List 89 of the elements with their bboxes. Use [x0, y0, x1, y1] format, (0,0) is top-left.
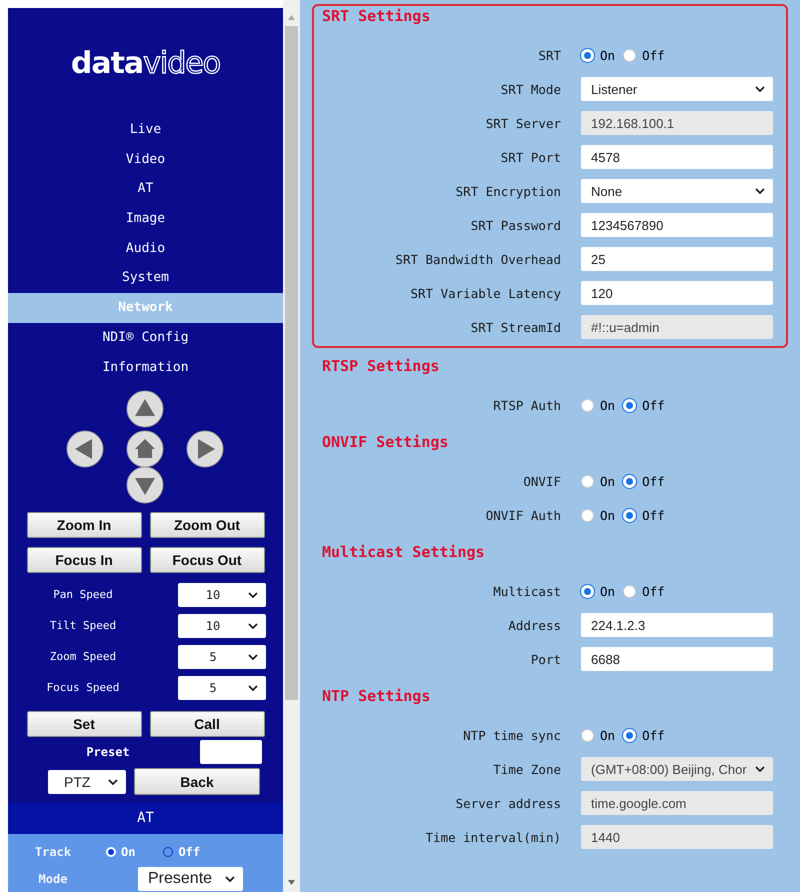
chevron-down-icon — [225, 876, 235, 882]
radio-label: Off — [642, 398, 665, 412]
nav-item[interactable]: NDI® Config — [8, 322, 283, 352]
field-label: ONVIF — [522, 474, 561, 488]
nav-item[interactable]: Image — [8, 204, 283, 234]
section-title: SRT Settings — [322, 6, 432, 26]
scrollbar[interactable] — [283, 0, 300, 892]
input-field[interactable]: 224.1.2.3 — [581, 613, 773, 637]
nav-item[interactable]: AT — [8, 174, 283, 204]
home-icon[interactable] — [126, 430, 164, 468]
input-field[interactable]: 1234567890 — [581, 213, 773, 237]
nav-item[interactable]: Information — [8, 352, 283, 382]
mode-label: Mode — [38, 872, 68, 886]
field-label: Time interval(min) — [424, 830, 561, 844]
radio-label: On — [600, 584, 616, 598]
track-label: Track — [34, 844, 72, 858]
radio-button[interactable] — [163, 846, 174, 856]
speed-label: Tilt Speed — [48, 619, 118, 632]
dropdown[interactable]: None — [581, 179, 773, 203]
chevron-down-icon — [248, 684, 258, 691]
nav-item[interactable]: Audio — [8, 234, 283, 264]
speed-label: Focus Speed — [46, 681, 120, 694]
speed-label: Pan Speed — [52, 588, 114, 602]
speed-select[interactable]: 5 — [178, 676, 266, 700]
radio-label: Off — [642, 48, 665, 62]
lens-button[interactable]: Zoom Out — [150, 512, 264, 538]
speed-select[interactable]: 10 — [178, 582, 266, 607]
lens-button[interactable]: Focus Out — [150, 547, 264, 574]
field-label: SRT Port — [500, 150, 561, 164]
radio-label: On — [600, 508, 616, 522]
chevron-down-icon — [248, 622, 258, 629]
radio-label: On — [600, 474, 616, 488]
speed-label: Zoom Speed — [48, 650, 118, 664]
speed-select[interactable]: 5 — [178, 644, 266, 669]
field-label: Address — [507, 618, 561, 632]
field-label: SRT Server — [484, 116, 561, 130]
preset-button[interactable]: Call — [150, 711, 264, 738]
logo: datavideo — [70, 46, 220, 81]
field-label: SRT Mode — [500, 82, 561, 96]
dropdown[interactable]: Listener — [581, 77, 773, 101]
radio-label: On — [600, 398, 616, 412]
mode-select[interactable]: Presente — [138, 866, 243, 890]
field-label: RTSP Auth — [492, 398, 561, 412]
nav-item[interactable]: System — [8, 263, 283, 294]
field-label: SRT Password — [470, 218, 561, 232]
section-title: ONVIF Settings — [322, 432, 450, 452]
chevron-down-icon — [248, 592, 258, 598]
field-label: SRT Bandwidth Overhead — [394, 252, 561, 266]
field-label: Multicast — [492, 584, 561, 598]
radio-label: Off — [642, 584, 665, 598]
nav-item[interactable]: Video — [8, 144, 283, 174]
lens-button[interactable]: Zoom In — [26, 512, 142, 538]
chevron-down-icon — [755, 188, 765, 194]
field-label: Server address — [454, 796, 561, 810]
radio-label: Off — [642, 728, 665, 742]
radio-label: On — [600, 48, 616, 62]
mode-select[interactable]: PTZ — [48, 770, 126, 794]
field-label: SRT — [537, 48, 561, 62]
preset-label: Preset — [85, 745, 131, 760]
preset-button[interactable]: Set — [26, 711, 142, 738]
lens-button[interactable]: Focus In — [26, 547, 142, 574]
radio-label: Off — [642, 508, 665, 522]
field-label: SRT StreamId — [470, 320, 561, 334]
radio-label: Off — [642, 474, 665, 488]
chevron-down-icon — [248, 654, 258, 660]
input-field[interactable]: 25 — [581, 247, 773, 271]
field-label: NTP time sync — [462, 728, 561, 742]
field-label: ONVIF Auth — [484, 508, 561, 522]
section-title: Multicast Settings — [322, 542, 486, 562]
back-button[interactable]: Back — [134, 768, 260, 795]
chevron-down-icon — [755, 86, 765, 92]
chevron-down-icon — [108, 778, 118, 784]
field-label: SRT Variable Latency — [409, 286, 561, 300]
at-header: AT — [8, 803, 283, 834]
nav-item[interactable]: Live — [8, 115, 283, 145]
input-field[interactable]: 4578 — [581, 145, 773, 169]
radio-label: Off — [178, 844, 200, 858]
preset-field[interactable] — [200, 740, 262, 764]
field-label: SRT Encryption — [454, 184, 561, 198]
field-label: Port — [530, 652, 561, 666]
field-label: Time Zone — [492, 762, 561, 776]
radio-label: On — [600, 728, 616, 742]
input-field[interactable]: 120 — [581, 281, 773, 305]
speed-select[interactable]: 10 — [178, 614, 266, 638]
chevron-down-icon — [755, 766, 765, 772]
section-title: RTSP Settings — [322, 356, 440, 376]
radio-label: On — [121, 844, 136, 858]
section-title: NTP Settings — [322, 686, 432, 706]
input-field[interactable]: 6688 — [581, 647, 773, 671]
